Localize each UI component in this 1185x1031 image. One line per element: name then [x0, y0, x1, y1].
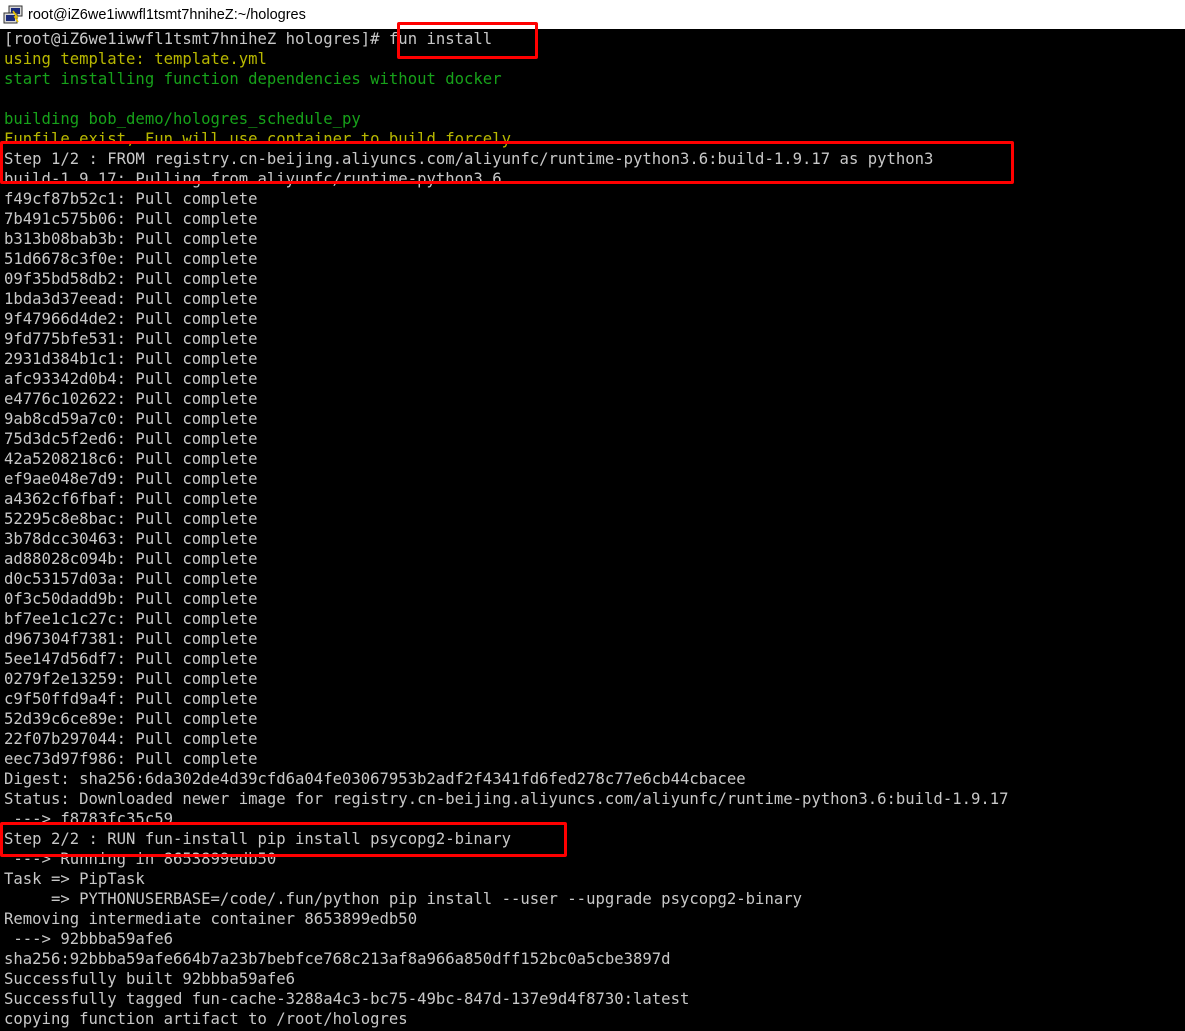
terminal-line: a4362cf6fbaf: Pull complete	[4, 490, 258, 508]
terminal-line: 3b78dcc30463: Pull complete	[4, 530, 258, 548]
terminal-line: 9f47966d4de2: Pull complete	[4, 310, 258, 328]
terminal-line: => PYTHONUSERBASE=/code/.fun/python pip …	[4, 890, 802, 908]
terminal-line: 0279f2e13259: Pull complete	[4, 670, 258, 688]
terminal-line: [root@iZ6we1iwwfl1tsmt7hniheZ hologres]#…	[4, 30, 493, 48]
terminal-line: 2931d384b1c1: Pull complete	[4, 350, 258, 368]
terminal-line: 7b491c575b06: Pull complete	[4, 210, 258, 228]
terminal-line: 9fd775bfe531: Pull complete	[4, 330, 258, 348]
terminal-line: using template: template.yml	[4, 50, 267, 68]
terminal-line: ---> f8783fc35c59	[4, 810, 173, 828]
terminal-line: afc93342d0b4: Pull complete	[4, 370, 258, 388]
terminal-line: 52d39c6ce89e: Pull complete	[4, 710, 258, 728]
terminal-line: 22f07b297044: Pull complete	[4, 730, 258, 748]
terminal-screen[interactable]: [root@iZ6we1iwwfl1tsmt7hniheZ hologres]#…	[0, 29, 1185, 1031]
terminal-line: copying function artifact to /root/holog…	[4, 1010, 408, 1028]
terminal-line: b313b08bab3b: Pull complete	[4, 230, 258, 248]
terminal-line: sha256:92bbba59afe664b7a23b7bebfce768c21…	[4, 950, 671, 968]
terminal-line: 42a5208218c6: Pull complete	[4, 450, 258, 468]
terminal-line: eec73d97f986: Pull complete	[4, 750, 258, 768]
window-title: root@iZ6we1iwwfl1tsmt7hniheZ:~/hologres	[28, 6, 306, 23]
terminal-line: Step 2/2 : RUN fun-install pip install p…	[4, 830, 511, 848]
window-titlebar: root@iZ6we1iwwfl1tsmt7hniheZ:~/hologres	[0, 0, 1185, 29]
terminal-line: ---> 92bbba59afe6	[4, 930, 173, 948]
terminal-line: d967304f7381: Pull complete	[4, 630, 258, 648]
terminal-line: Status: Downloaded newer image for regis…	[4, 790, 1009, 808]
terminal-line: Successfully tagged fun-cache-3288a4c3-b…	[4, 990, 690, 1008]
putty-terminal-icon	[3, 5, 25, 25]
terminal-line: ---> Running in 8653899edb50	[4, 850, 277, 868]
terminal-line: building bob_demo/hologres_schedule_py	[4, 110, 361, 128]
terminal-line: ad88028c094b: Pull complete	[4, 550, 258, 568]
terminal-line: 1bda3d37eead: Pull complete	[4, 290, 258, 308]
terminal-line: Funfile exist, Fun will use container to…	[4, 130, 511, 148]
terminal-line: Successfully built 92bbba59afe6	[4, 970, 296, 988]
terminal-line: c9f50ffd9a4f: Pull complete	[4, 690, 258, 708]
terminal-line: build-1.9.17: Pulling from aliyunfc/runt…	[4, 170, 502, 188]
terminal-line: 5ee147d56df7: Pull complete	[4, 650, 258, 668]
terminal-line: d0c53157d03a: Pull complete	[4, 570, 258, 588]
terminal-line: Removing intermediate container 8653899e…	[4, 910, 418, 928]
terminal-line: 0f3c50dadd9b: Pull complete	[4, 590, 258, 608]
terminal-line: f49cf87b52c1: Pull complete	[4, 190, 258, 208]
terminal-line: Digest: sha256:6da302de4d39cfd6a04fe0306…	[4, 770, 746, 788]
terminal-line: 09f35bd58db2: Pull complete	[4, 270, 258, 288]
terminal-line: 75d3dc5f2ed6: Pull complete	[4, 430, 258, 448]
terminal-line: e4776c102622: Pull complete	[4, 390, 258, 408]
terminal-line: ef9ae048e7d9: Pull complete	[4, 470, 258, 488]
terminal-line: 51d6678c3f0e: Pull complete	[4, 250, 258, 268]
terminal-line: 9ab8cd59a7c0: Pull complete	[4, 410, 258, 428]
terminal-line: Task => PipTask	[4, 870, 145, 888]
terminal-line: start installing function dependencies w…	[4, 70, 502, 88]
terminal-line: Step 1/2 : FROM registry.cn-beijing.aliy…	[4, 150, 934, 168]
terminal-line: 52295c8e8bac: Pull complete	[4, 510, 258, 528]
terminal-line: bf7ee1c1c27c: Pull complete	[4, 610, 258, 628]
